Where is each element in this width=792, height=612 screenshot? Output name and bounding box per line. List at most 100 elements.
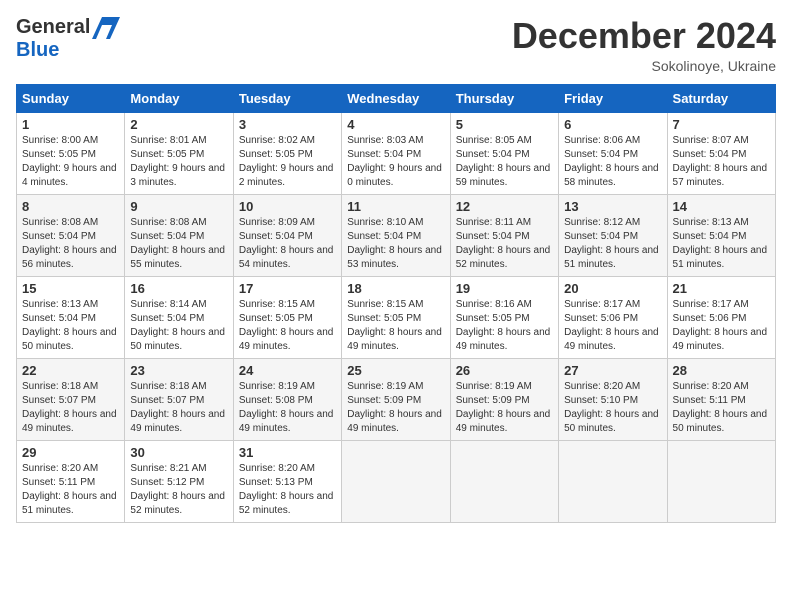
month-year-title: December 2024: [512, 16, 776, 56]
day-info: Sunrise: 8:20 AMSunset: 5:11 PMDaylight:…: [22, 462, 119, 518]
calendar-cell: 27 Sunrise: 8:20 AMSunset: 5:10 PMDayligh…: [559, 358, 667, 440]
day-number: 6: [564, 117, 661, 132]
day-info: Sunrise: 8:17 AMSunset: 5:06 PMDaylight:…: [673, 298, 770, 354]
calendar-cell: 10 Sunrise: 8:09 AMSunset: 5:04 PMDayligh…: [233, 194, 341, 276]
calendar-cell: 23 Sunrise: 8:18 AMSunset: 5:07 PMDayligh…: [125, 358, 233, 440]
weekday-header-thursday: Thursday: [450, 84, 558, 112]
day-number: 27: [564, 363, 661, 378]
calendar-table: SundayMondayTuesdayWednesdayThursdayFrid…: [16, 84, 776, 523]
location-subtitle: Sokolinoye, Ukraine: [512, 58, 776, 74]
calendar-cell: 9 Sunrise: 8:08 AMSunset: 5:04 PMDaylight…: [125, 194, 233, 276]
day-info: Sunrise: 8:01 AMSunset: 5:05 PMDaylight:…: [130, 134, 227, 190]
day-number: 18: [347, 281, 444, 296]
day-info: Sunrise: 8:16 AMSunset: 5:05 PMDaylight:…: [456, 298, 553, 354]
day-info: Sunrise: 8:18 AMSunset: 5:07 PMDaylight:…: [22, 380, 119, 436]
title-block: December 2024 Sokolinoye, Ukraine: [512, 16, 776, 74]
calendar-cell: 17 Sunrise: 8:15 AMSunset: 5:05 PMDayligh…: [233, 276, 341, 358]
day-number: 7: [673, 117, 770, 132]
weekday-header-saturday: Saturday: [667, 84, 775, 112]
calendar-cell: [342, 440, 450, 522]
day-number: 22: [22, 363, 119, 378]
day-info: Sunrise: 8:11 AMSunset: 5:04 PMDaylight:…: [456, 216, 553, 272]
day-number: 12: [456, 199, 553, 214]
day-number: 28: [673, 363, 770, 378]
day-info: Sunrise: 8:12 AMSunset: 5:04 PMDaylight:…: [564, 216, 661, 272]
weekday-header-friday: Friday: [559, 84, 667, 112]
day-info: Sunrise: 8:00 AMSunset: 5:05 PMDaylight:…: [22, 134, 119, 190]
day-number: 24: [239, 363, 336, 378]
calendar-cell: 8 Sunrise: 8:08 AMSunset: 5:04 PMDaylight…: [17, 194, 125, 276]
calendar-cell: 3Sunrise: 8:02 AMSunset: 5:05 PMDaylight…: [233, 112, 341, 194]
day-number: 15: [22, 281, 119, 296]
page-header: General Blue December 2024 Sokolinoye, U…: [16, 16, 776, 74]
day-info: Sunrise: 8:20 AMSunset: 5:13 PMDaylight:…: [239, 462, 336, 518]
day-number: 26: [456, 363, 553, 378]
calendar-cell: 24 Sunrise: 8:19 AMSunset: 5:08 PMDayligh…: [233, 358, 341, 440]
calendar-cell: 30 Sunrise: 8:21 AMSunset: 5:12 PMDayligh…: [125, 440, 233, 522]
day-number: 10: [239, 199, 336, 214]
day-info: Sunrise: 8:14 AMSunset: 5:04 PMDaylight:…: [130, 298, 227, 354]
calendar-cell: [559, 440, 667, 522]
calendar-cell: 12 Sunrise: 8:11 AMSunset: 5:04 PMDayligh…: [450, 194, 558, 276]
day-number: 11: [347, 199, 444, 214]
calendar-week-row: 8 Sunrise: 8:08 AMSunset: 5:04 PMDaylight…: [17, 194, 776, 276]
calendar-cell: 19 Sunrise: 8:16 AMSunset: 5:05 PMDayligh…: [450, 276, 558, 358]
day-number: 9: [130, 199, 227, 214]
logo-blue-text: Blue: [16, 39, 59, 62]
day-info: Sunrise: 8:09 AMSunset: 5:04 PMDaylight:…: [239, 216, 336, 272]
calendar-cell: 6Sunrise: 8:06 AMSunset: 5:04 PMDaylight…: [559, 112, 667, 194]
calendar-cell: 21 Sunrise: 8:17 AMSunset: 5:06 PMDayligh…: [667, 276, 775, 358]
calendar-cell: 28 Sunrise: 8:20 AMSunset: 5:11 PMDayligh…: [667, 358, 775, 440]
day-number: 14: [673, 199, 770, 214]
weekday-header-sunday: Sunday: [17, 84, 125, 112]
day-number: 13: [564, 199, 661, 214]
weekday-header-row: SundayMondayTuesdayWednesdayThursdayFrid…: [17, 84, 776, 112]
day-info: Sunrise: 8:20 AMSunset: 5:11 PMDaylight:…: [673, 380, 770, 436]
calendar-cell: 4Sunrise: 8:03 AMSunset: 5:04 PMDaylight…: [342, 112, 450, 194]
day-number: 21: [673, 281, 770, 296]
calendar-cell: [667, 440, 775, 522]
day-info: Sunrise: 8:19 AMSunset: 5:08 PMDaylight:…: [239, 380, 336, 436]
day-info: Sunrise: 8:17 AMSunset: 5:06 PMDaylight:…: [564, 298, 661, 354]
day-info: Sunrise: 8:08 AMSunset: 5:04 PMDaylight:…: [22, 216, 119, 272]
day-number: 25: [347, 363, 444, 378]
day-info: Sunrise: 8:19 AMSunset: 5:09 PMDaylight:…: [456, 380, 553, 436]
logo-icon: [92, 17, 120, 39]
calendar-cell: 13 Sunrise: 8:12 AMSunset: 5:04 PMDayligh…: [559, 194, 667, 276]
day-info: Sunrise: 8:13 AMSunset: 5:04 PMDaylight:…: [673, 216, 770, 272]
day-number: 8: [22, 199, 119, 214]
calendar-cell: 7 Sunrise: 8:07 AMSunset: 5:04 PMDaylight…: [667, 112, 775, 194]
calendar-cell: 25Sunrise: 8:19 AMSunset: 5:09 PMDayligh…: [342, 358, 450, 440]
logo: General Blue: [16, 16, 120, 62]
calendar-week-row: 22 Sunrise: 8:18 AMSunset: 5:07 PMDayligh…: [17, 358, 776, 440]
day-info: Sunrise: 8:15 AMSunset: 5:05 PMDaylight:…: [239, 298, 336, 354]
day-info: Sunrise: 8:18 AMSunset: 5:07 PMDaylight:…: [130, 380, 227, 436]
day-number: 23: [130, 363, 227, 378]
day-number: 31: [239, 445, 336, 460]
day-number: 19: [456, 281, 553, 296]
day-info: Sunrise: 8:08 AMSunset: 5:04 PMDaylight:…: [130, 216, 227, 272]
calendar-cell: 1Sunrise: 8:00 AMSunset: 5:05 PMDaylight…: [17, 112, 125, 194]
day-info: Sunrise: 8:21 AMSunset: 5:12 PMDaylight:…: [130, 462, 227, 518]
weekday-header-wednesday: Wednesday: [342, 84, 450, 112]
day-info: Sunrise: 8:13 AMSunset: 5:04 PMDaylight:…: [22, 298, 119, 354]
day-number: 17: [239, 281, 336, 296]
calendar-cell: 16Sunrise: 8:14 AMSunset: 5:04 PMDayligh…: [125, 276, 233, 358]
calendar-cell: 22 Sunrise: 8:18 AMSunset: 5:07 PMDayligh…: [17, 358, 125, 440]
day-number: 4: [347, 117, 444, 132]
day-number: 29: [22, 445, 119, 460]
calendar-cell: 5Sunrise: 8:05 AMSunset: 5:04 PMDaylight…: [450, 112, 558, 194]
day-info: Sunrise: 8:20 AMSunset: 5:10 PMDaylight:…: [564, 380, 661, 436]
calendar-cell: 14 Sunrise: 8:13 AMSunset: 5:04 PMDayligh…: [667, 194, 775, 276]
day-info: Sunrise: 8:07 AMSunset: 5:04 PMDaylight:…: [673, 134, 770, 190]
calendar-cell: 31 Sunrise: 8:20 AMSunset: 5:13 PMDayligh…: [233, 440, 341, 522]
weekday-header-tuesday: Tuesday: [233, 84, 341, 112]
day-info: Sunrise: 8:15 AMSunset: 5:05 PMDaylight:…: [347, 298, 444, 354]
day-number: 30: [130, 445, 227, 460]
day-info: Sunrise: 8:10 AMSunset: 5:04 PMDaylight:…: [347, 216, 444, 272]
day-number: 2: [130, 117, 227, 132]
calendar-cell: 11 Sunrise: 8:10 AMSunset: 5:04 PMDayligh…: [342, 194, 450, 276]
calendar-week-row: 1Sunrise: 8:00 AMSunset: 5:05 PMDaylight…: [17, 112, 776, 194]
day-info: Sunrise: 8:05 AMSunset: 5:04 PMDaylight:…: [456, 134, 553, 190]
calendar-cell: 20Sunrise: 8:17 AMSunset: 5:06 PMDayligh…: [559, 276, 667, 358]
